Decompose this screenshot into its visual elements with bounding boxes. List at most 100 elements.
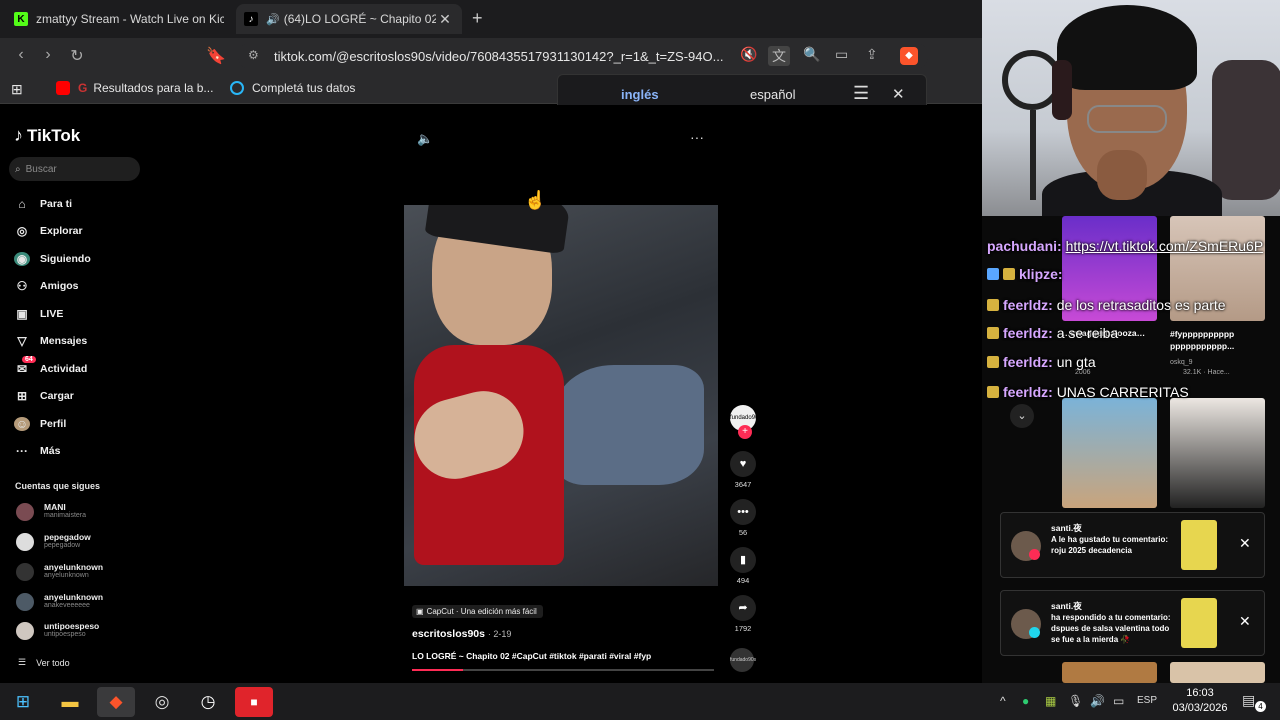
notification-text: ha respondido a tu comentario: dspues de… xyxy=(1051,613,1171,644)
new-tab-button[interactable]: + xyxy=(472,8,483,29)
sidebar-item-live[interactable]: ▣ LIVE xyxy=(14,300,154,328)
tray-app-icon[interactable]: ▦ xyxy=(1045,694,1056,708)
bookmark-item[interactable]: Completá tus datos xyxy=(230,81,355,95)
sidebar-item-amigos[interactable]: ⚇ Amigos xyxy=(14,273,154,301)
sidebar-item-siguiendo[interactable]: ◉ Siguiendo xyxy=(14,245,154,273)
hand-cursor-icon: ☝ xyxy=(524,190,547,210)
following-icon: ◉ xyxy=(14,251,30,266)
following-handle: anakeveeeeee xyxy=(44,602,90,609)
author-name: escritoslos90s xyxy=(412,628,485,640)
language-indicator[interactable]: ESP xyxy=(1137,695,1157,706)
translate-icon[interactable]: 文 xyxy=(768,46,790,66)
activity-notification[interactable]: santi.夜 A le ha gustado tu comentario: r… xyxy=(1000,512,1265,578)
close-icon[interactable]: ✕ xyxy=(1239,535,1251,552)
see-all-link[interactable]: ☰ Ver todo xyxy=(18,657,70,668)
file-explorer-icon[interactable]: ▬ xyxy=(51,687,89,717)
zoom-icon[interactable]: 🔍 xyxy=(803,46,820,63)
video-progress-bar[interactable] xyxy=(412,669,714,671)
thumbnail-meta: oskq_9 xyxy=(1170,359,1193,366)
logo-text: TikTok xyxy=(27,125,81,145)
share-action[interactable]: ➦ 1792 xyxy=(726,595,760,633)
lang-to-tab[interactable]: español xyxy=(750,87,796,102)
capcut-tag[interactable]: ▣ CapCut · Una edición más fácil xyxy=(412,605,543,618)
thumbnail-caption: #fypppppppppp ppppppppppp... xyxy=(1170,329,1235,351)
activity-icon: ✉ xyxy=(16,361,28,376)
following-item[interactable]: MANI manimaistera xyxy=(16,500,146,526)
video-thumbnail[interactable] xyxy=(1062,662,1157,683)
following-item[interactable]: anyelunknown anyelunknown xyxy=(16,560,146,586)
following-item[interactable]: untipoespeso untipoespeso xyxy=(16,619,146,645)
thumbnail-meta: 2006 xyxy=(1075,369,1091,376)
apps-grid-icon[interactable]: ⊞ xyxy=(11,81,23,98)
following-handle: untipoespeso xyxy=(44,631,86,638)
brave-shields-icon[interactable]: ◆ xyxy=(900,47,918,65)
mute-site-icon[interactable]: 🔇 xyxy=(740,46,757,63)
video-thumbnail[interactable] xyxy=(1170,398,1265,508)
close-icon[interactable]: ✕ xyxy=(1239,613,1251,630)
google-icon: G xyxy=(78,81,88,95)
following-name: pepegadow xyxy=(44,532,91,542)
sidebar-item-cargar[interactable]: ⊞ Cargar xyxy=(14,383,154,411)
chat-text[interactable]: https://vt.tiktok.com/ZSmERu6P xyxy=(1066,238,1264,254)
video-thumbnail[interactable] xyxy=(1170,662,1265,683)
share-icon[interactable]: ⇪ xyxy=(866,46,878,63)
volume-icon[interactable]: 🔊 xyxy=(1090,694,1105,708)
following-item[interactable]: pepegadow pepegadow xyxy=(16,530,146,556)
creator-avatar[interactable]: fundado90s + xyxy=(730,405,761,439)
close-tab-icon[interactable]: ✕ xyxy=(436,11,454,28)
video-thumbnail[interactable] xyxy=(1062,398,1157,508)
music-disc[interactable]: fundado90s xyxy=(730,648,756,672)
tab-kick[interactable]: K zmattyy Stream - Watch Live on Kick xyxy=(6,4,232,34)
more-options-icon[interactable]: ··· xyxy=(690,129,704,145)
microphone-icon[interactable]: 🎙 xyxy=(1068,694,1083,708)
windows-start-icon[interactable]: ⊞ xyxy=(4,687,42,717)
video-author[interactable]: escritoslos90s · 2-19 xyxy=(412,628,511,640)
app-icon[interactable]: ■ xyxy=(235,687,273,717)
video-frame-detail xyxy=(554,365,704,485)
sidebar-item-perfil[interactable]: ☺ Perfil xyxy=(14,410,154,438)
tiktok-logo[interactable]: ♪ TikTok xyxy=(14,125,80,146)
follow-plus-icon[interactable]: + xyxy=(738,425,752,439)
notification-thumbnail xyxy=(1181,598,1217,648)
close-icon[interactable]: ✕ xyxy=(892,85,905,103)
sidebar-item-para-ti[interactable]: ⌂ Para ti xyxy=(14,190,154,218)
site-settings-icon[interactable]: ⚙ xyxy=(248,48,259,62)
menu-icon[interactable]: ☰ xyxy=(853,83,869,104)
sidebar-item-actividad[interactable]: ✉ 64 Actividad xyxy=(14,355,154,383)
following-item[interactable]: anyelunknown anakeveeeeee xyxy=(16,590,146,616)
upload-icon: ⊞ xyxy=(16,389,28,404)
sidebar-item-mas[interactable]: ··· Más xyxy=(14,438,154,466)
comment-action[interactable]: ••• 56 xyxy=(726,499,760,537)
brave-browser-icon[interactable]: ◆ xyxy=(97,687,135,717)
address-bar[interactable]: ⚙ tiktok.com/@escritoslos90s/video/76084… xyxy=(238,42,928,70)
taskbar-clock[interactable]: 16:03 03/03/2026 xyxy=(1168,686,1232,716)
lang-from-tab[interactable]: inglés xyxy=(621,87,659,102)
cast-icon[interactable]: ▭ xyxy=(835,46,848,63)
clock-app-icon[interactable]: ◷ xyxy=(189,687,227,717)
avatar-text: fundado90s xyxy=(730,415,762,421)
obs-icon[interactable]: ◎ xyxy=(143,687,181,717)
sidebar-item-explorar[interactable]: ◎ Explorar xyxy=(14,218,154,246)
sidebar-item-mensajes[interactable]: ▽ Mensajes xyxy=(14,328,154,356)
scroll-down-button[interactable]: ⌄ xyxy=(1010,404,1034,428)
reload-button[interactable]: ↻ xyxy=(67,46,87,66)
sidebar-nav: ⌂ Para ti ◎ Explorar ◉ Siguiendo ⚇ Amigos ▣ L… xyxy=(14,190,154,465)
activity-notification[interactable]: santi.夜 ha respondido a tu comentario: d… xyxy=(1000,590,1265,656)
tab-tiktok[interactable]: ♪ 🔊 (64)LO LOGRÉ ~ Chapito 02 # ✕ xyxy=(236,4,462,34)
bookmark-icon[interactable]: 🔖 xyxy=(206,46,226,66)
chat-username: feerldz: xyxy=(1003,297,1053,313)
save-action[interactable]: ▮ 494 xyxy=(726,547,760,585)
search-input[interactable]: ⌕ Buscar xyxy=(9,157,140,181)
save-count: 494 xyxy=(736,576,750,585)
clock-date: 03/03/2026 xyxy=(1172,702,1228,714)
back-button[interactable]: ‹ xyxy=(11,46,31,64)
chevron-up-icon[interactable]: ^ xyxy=(1000,694,1006,708)
video-player[interactable] xyxy=(404,205,718,586)
bookmark-item[interactable]: G Resultados para la b... xyxy=(56,81,213,95)
forward-button[interactable]: › xyxy=(38,46,58,64)
volume-icon[interactable]: 🔈 xyxy=(417,131,433,147)
notification-center-icon[interactable]: ▤ xyxy=(1242,692,1255,709)
network-icon[interactable]: ▭ xyxy=(1113,694,1124,708)
like-action[interactable]: ♥ 3647 xyxy=(726,451,760,489)
tray-app-icon[interactable]: ● xyxy=(1022,694,1029,708)
